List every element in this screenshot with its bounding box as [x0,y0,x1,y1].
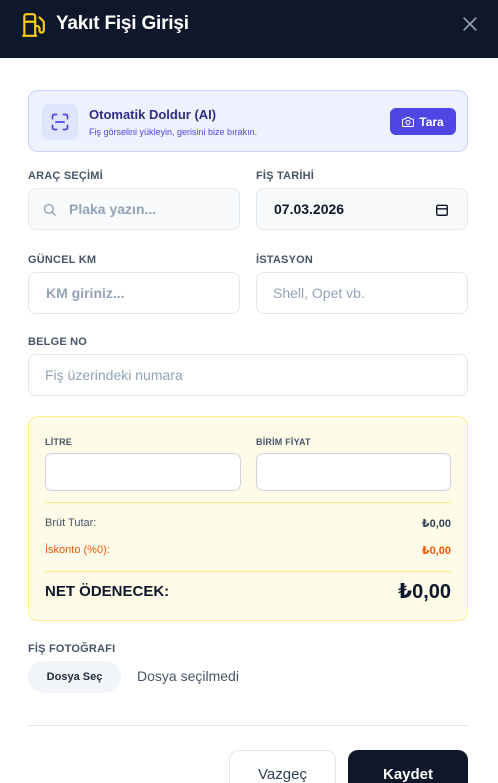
scan-button-label: Tara [419,114,444,129]
current-km-input[interactable]: KM giriniz... [28,272,240,314]
close-icon[interactable] [460,14,480,34]
vehicle-search-input[interactable]: Plaka yazın... [28,188,240,230]
file-status: Dosya seçilmedi [137,668,239,684]
save-button[interactable]: Kaydet [348,750,468,783]
discount-label: İskonto (%0): [45,544,110,556]
vehicle-placeholder: Plaka yazın... [69,201,157,217]
vehicle-label: ARAÇ SEÇİMİ [28,170,103,182]
document-no-placeholder: Fiş üzerindeki numara [45,367,183,383]
scan-button[interactable]: Tara [390,108,456,135]
gross-label: Brüt Tutar: [45,517,97,529]
calculation-panel: LİTRE BİRİM FİYAT Brüt Tutar: ₺0,00 İsko… [28,416,468,621]
choose-file-button[interactable]: Dosya Seç [28,661,121,693]
receipt-date-value: 07.03.2026 [274,201,345,217]
station-input[interactable]: Shell, Opet vb. [256,272,468,314]
photo-label: FİŞ FOTOĞRAFI [28,643,116,655]
receipt-date-label: FİŞ TARİHİ [256,170,315,182]
discount-value: ₺0,00 [421,545,451,557]
unit-price-input[interactable] [256,453,451,491]
calendar-icon[interactable] [435,203,449,217]
cancel-button[interactable]: Vazgeç [229,750,336,783]
receipt-date-field[interactable]: 07.03.2026 [256,188,468,230]
liters-label: LİTRE [45,437,72,447]
search-icon [43,203,56,216]
camera-icon [402,116,415,127]
scan-icon [42,104,78,140]
gross-value: ₺0,00 [421,518,451,530]
modal-title: Yakıt Fişi Girişi [56,13,189,34]
station-label: İSTASYON [256,254,314,266]
autofill-title: Otomatik Doldur (AI) [89,107,217,122]
current-km-label: GÜNCEL KM [28,254,97,266]
current-km-placeholder: KM giriniz... [46,285,125,301]
net-label: NET ÖDENECEK: [45,583,170,600]
unit-price-label: BİRİM FİYAT [256,437,311,447]
liters-input[interactable] [45,453,241,491]
autofill-subtitle: Fiş görselini yükleyin, gerisini bize bı… [89,127,258,137]
divider [28,725,468,726]
divider [45,502,451,503]
document-no-label: BELGE NO [28,336,88,348]
document-no-input[interactable]: Fiş üzerindeki numara [28,354,468,396]
net-value: ₺0,00 [398,581,451,603]
station-placeholder: Shell, Opet vb. [273,285,365,301]
modal-header: Yakıt Fişi Girişi [0,0,498,58]
autofill-panel: Otomatik Doldur (AI) Fiş görselini yükle… [28,90,468,152]
divider [45,571,451,572]
fuel-pump-icon [22,13,45,37]
